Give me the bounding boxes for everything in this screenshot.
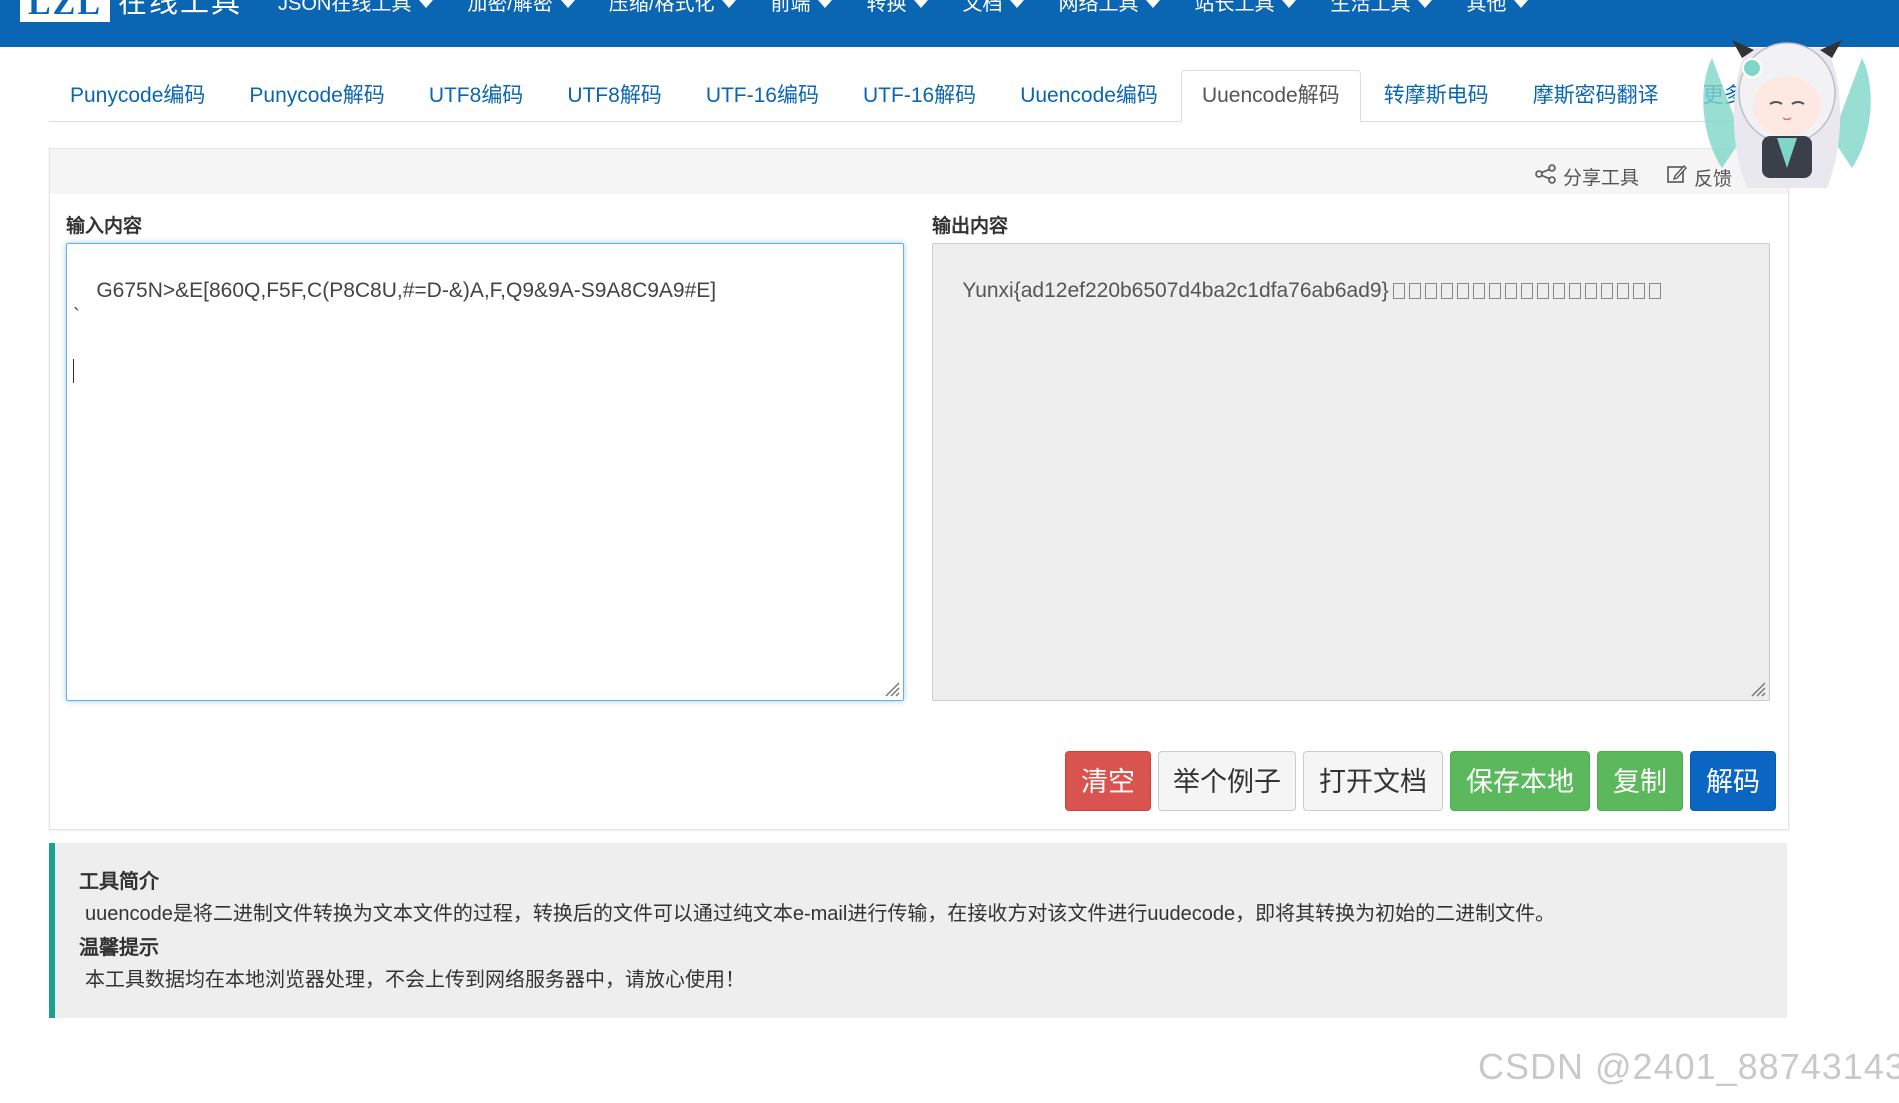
menu-label: 站长工具	[1194, 0, 1275, 15]
unprintable-char	[1520, 283, 1533, 300]
unprintable-char	[1408, 283, 1421, 300]
tab-uuencode-encode[interactable]: Uuencode编码	[999, 70, 1179, 121]
decode-button[interactable]: 解码	[1690, 751, 1776, 811]
resize-handle-icon[interactable]	[1748, 679, 1766, 697]
edit-icon	[1666, 163, 1688, 191]
clear-button[interactable]: 清空	[1065, 751, 1151, 811]
output-label: 输出内容	[932, 216, 1009, 237]
chevron-down-icon	[1282, 0, 1297, 8]
unprintable-char	[1632, 283, 1645, 300]
tool-tabs: Punycode编码 Punycode解码 UTF8编码 UTF8解码 UTF-…	[49, 70, 1779, 123]
unprintable-char	[1568, 283, 1581, 300]
garbled-chars	[1389, 279, 1661, 302]
tip-title: 温馨提示	[79, 937, 159, 959]
example-button[interactable]: 举个例子	[1158, 751, 1296, 811]
site-logo[interactable]: LZL	[20, 0, 111, 22]
chevron-down-icon	[1146, 0, 1161, 8]
unprintable-char	[1488, 283, 1501, 300]
save-local-button[interactable]: 保存本地	[1450, 751, 1590, 811]
unprintable-char	[1504, 283, 1517, 300]
tab-morse-encode[interactable]: 转摩斯电码	[1363, 70, 1510, 121]
tab-punycode-decode[interactable]: Punycode解码	[228, 70, 405, 121]
tab-uuencode-decode[interactable]: Uuencode解码	[1180, 70, 1361, 123]
unprintable-char	[1616, 283, 1629, 300]
unprintable-char	[1600, 283, 1613, 300]
menu-label: 前端	[770, 0, 811, 15]
text-cursor	[73, 359, 74, 384]
main-menu: JSON在线工具 加密/解密 压缩/格式化 前端 转换 文档 网络工具 站长工具…	[278, 0, 1562, 18]
output-textarea[interactable]: Yunxi{ad12ef220b6507d4ba2c1dfa76ab6ad9}	[932, 243, 1770, 701]
copy-button[interactable]: 复制	[1597, 751, 1683, 811]
tool-panel: 分享工具 反馈 输入内容 输出内容 G675N>&E[860Q,F5F,C(P8…	[49, 148, 1789, 830]
tip-text: 本工具数据均在本地浏览器处理，不会上传到网络服务器中，请放心使用！	[85, 969, 745, 991]
unprintable-char	[1552, 283, 1565, 300]
panel-header: 分享工具 反馈	[50, 149, 1788, 194]
chevron-down-icon	[1514, 0, 1529, 8]
chevron-down-icon	[818, 0, 833, 8]
menu-item-json[interactable]: JSON在线工具	[278, 0, 434, 18]
tab-utf8-decode[interactable]: UTF8解码	[546, 70, 683, 121]
intro-title: 工具简介	[79, 871, 159, 893]
chevron-down-icon	[1010, 0, 1025, 8]
menu-label: 生活工具	[1330, 0, 1411, 15]
menu-item-docs[interactable]: 文档	[962, 0, 1025, 18]
menu-label: 文档	[962, 0, 1003, 15]
unprintable-char	[1536, 283, 1549, 300]
input-label: 输入内容	[66, 216, 143, 237]
unprintable-char	[1648, 283, 1661, 300]
menu-item-other[interactable]: 其他	[1466, 0, 1529, 18]
menu-label: 转换	[866, 0, 907, 15]
chevron-down-icon	[1418, 0, 1433, 8]
share-icon	[1535, 163, 1557, 190]
site-name[interactable]: 在线工具	[118, 0, 242, 18]
unprintable-char	[1472, 283, 1485, 300]
tab-utf16-decode[interactable]: UTF-16解码	[842, 70, 997, 121]
chevron-down-icon	[914, 0, 929, 8]
menu-item-life[interactable]: 生活工具	[1330, 0, 1433, 18]
share-tool-link[interactable]: 分享工具	[1535, 163, 1639, 190]
tab-morse-translate[interactable]: 摩斯密码翻译	[1512, 70, 1680, 121]
input-text: G675N>&E[860Q,F5F,C(P8C8U,#=D-&)A,F,Q9&9…	[73, 279, 717, 328]
menu-item-frontend[interactable]: 前端	[770, 0, 833, 18]
menu-item-convert[interactable]: 转换	[866, 0, 929, 18]
intro-text: uuencode是将二进制文件转换为文本文件的过程，转换后的文件可以通过纯文本e…	[85, 903, 1556, 925]
chevron-down-icon	[419, 0, 434, 8]
tab-utf8-encode[interactable]: UTF8编码	[408, 70, 545, 121]
top-navbar: LZL 在线工具 JSON在线工具 加密/解密 压缩/格式化 前端 转换 文档 …	[0, 0, 1899, 47]
output-text: Yunxi{ad12ef220b6507d4ba2c1dfa76ab6ad9}	[962, 279, 1389, 302]
unprintable-char	[1392, 283, 1405, 300]
resize-handle-icon[interactable]	[882, 679, 900, 697]
unprintable-char	[1584, 283, 1597, 300]
menu-label: 网络工具	[1058, 0, 1139, 15]
menu-label: 其他	[1466, 0, 1507, 15]
menu-item-network[interactable]: 网络工具	[1058, 0, 1161, 18]
share-label: 分享工具	[1563, 168, 1640, 189]
chevron-down-icon	[722, 0, 737, 8]
unprintable-char	[1456, 283, 1469, 300]
menu-item-webmaster[interactable]: 站长工具	[1194, 0, 1297, 18]
menu-item-compress[interactable]: 压缩/格式化	[609, 0, 737, 18]
mascot-illustration	[1703, 40, 1871, 188]
tab-utf16-encode[interactable]: UTF-16编码	[685, 70, 840, 121]
open-doc-button[interactable]: 打开文档	[1303, 751, 1443, 811]
menu-label: JSON在线工具	[278, 0, 412, 15]
tool-info-box: 工具简介 uuencode是将二进制文件转换为文本文件的过程，转换后的文件可以通…	[49, 843, 1787, 1018]
menu-label: 加密/解密	[467, 0, 553, 15]
unprintable-char	[1424, 283, 1437, 300]
csdn-watermark: CSDN @2401_88743143	[1478, 1046, 1899, 1087]
tab-punycode-encode[interactable]: Punycode编码	[49, 70, 226, 121]
input-textarea[interactable]: G675N>&E[860Q,F5F,C(P8C8U,#=D-&)A,F,Q9&9…	[66, 243, 904, 701]
menu-item-encrypt[interactable]: 加密/解密	[467, 0, 575, 18]
chevron-down-icon	[560, 0, 575, 8]
menu-label: 压缩/格式化	[608, 0, 715, 15]
unprintable-char	[1440, 283, 1453, 300]
